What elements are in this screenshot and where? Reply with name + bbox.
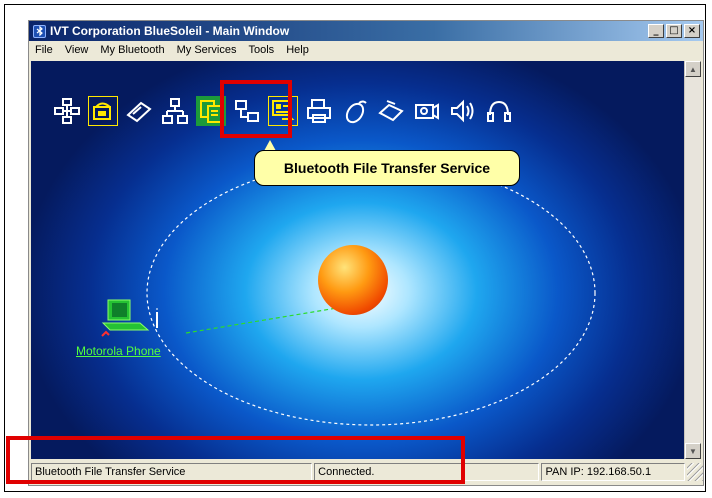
menu-my-bluetooth[interactable]: My Bluetooth: [94, 44, 170, 56]
lan-access-icon[interactable]: [160, 96, 190, 126]
network-icon[interactable]: [52, 96, 82, 126]
menu-bar: File View My Bluetooth My Services Tools…: [29, 41, 703, 59]
device-name-label[interactable]: Motorola Phone: [76, 344, 161, 358]
phone-dialup-icon[interactable]: [88, 96, 118, 126]
fax-modem-icon[interactable]: [124, 96, 154, 126]
menu-view[interactable]: View: [59, 44, 95, 56]
menu-help[interactable]: Help: [280, 44, 315, 56]
scroll-up-button[interactable]: ▲: [685, 61, 701, 77]
mouse-icon[interactable]: [340, 96, 370, 126]
title-bar[interactable]: IVT Corporation BlueSoleil - Main Window…: [29, 21, 703, 41]
service-tooltip: Bluetooth File Transfer Service: [254, 150, 520, 186]
printer-icon[interactable]: [304, 96, 334, 126]
menu-tools[interactable]: Tools: [243, 44, 281, 56]
resize-grip[interactable]: [687, 463, 704, 481]
close-button[interactable]: ×: [684, 24, 700, 38]
status-pan-ip: PAN IP: 192.168.50.1: [541, 463, 686, 481]
bluetooth-icon: [33, 24, 46, 38]
menu-my-services[interactable]: My Services: [171, 44, 243, 56]
fax-icon[interactable]: [376, 96, 406, 126]
file-transfer-highlight: [220, 80, 292, 138]
scroll-down-button[interactable]: ▼: [685, 443, 701, 459]
status-highlight: [6, 436, 465, 484]
vertical-scrollbar[interactable]: ▲ ▼: [684, 61, 701, 459]
window-title: IVT Corporation BlueSoleil - Main Window: [50, 24, 290, 38]
local-device-orb[interactable]: [318, 245, 388, 315]
camera-icon[interactable]: [412, 96, 442, 126]
minimize-button[interactable]: _: [648, 24, 664, 38]
menu-file[interactable]: File: [29, 44, 59, 56]
audio-icon[interactable]: [448, 96, 478, 126]
device-computer-icon[interactable]: [100, 298, 158, 338]
headset-icon[interactable]: [484, 96, 514, 126]
maximize-button[interactable]: □: [666, 24, 682, 38]
